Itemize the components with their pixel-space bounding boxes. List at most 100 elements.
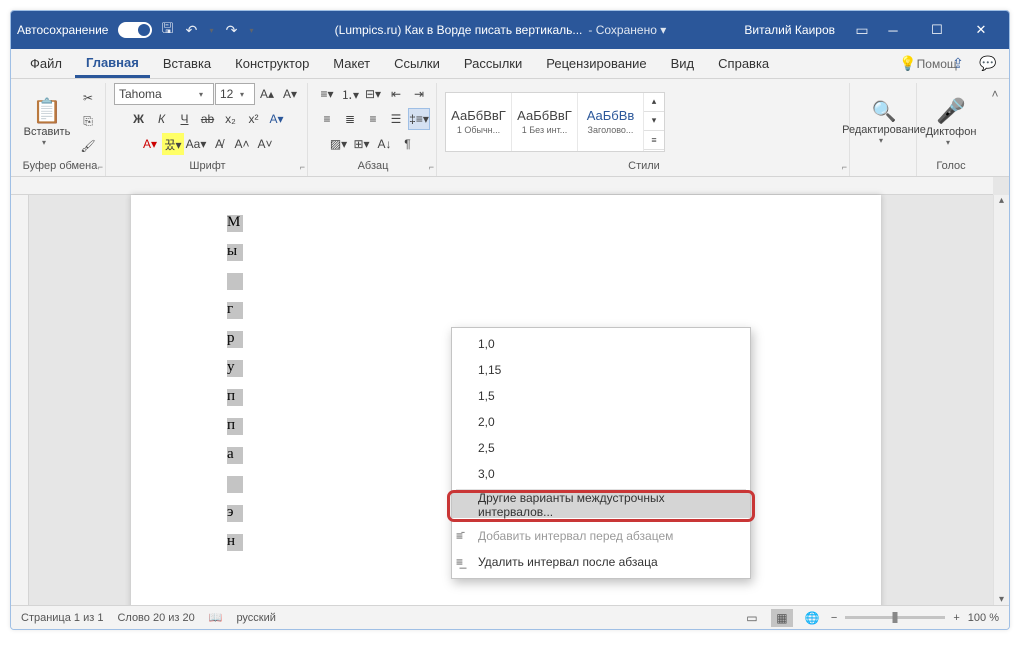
line-spacing-options[interactable]: Другие варианты междустрочных интервалов… <box>452 492 750 518</box>
print-layout-button[interactable]: ▦ <box>771 609 793 627</box>
line-spacing-1-15[interactable]: 1,15 <box>452 357 750 383</box>
font-name-select[interactable]: Tahoma▾ <box>114 83 214 105</box>
line-spacing-1-5[interactable]: 1,5 <box>452 383 750 409</box>
cut-button[interactable]: ✂ <box>77 87 99 109</box>
align-center-button[interactable]: ≣ <box>339 108 361 130</box>
vertical-scrollbar[interactable] <box>993 195 1009 605</box>
show-marks-button[interactable]: ¶ <box>397 133 419 155</box>
shrink-font2[interactable]: A˅ <box>254 133 276 155</box>
shrink-font-button[interactable]: A▾ <box>279 83 301 105</box>
bold-button[interactable]: Ж <box>128 108 150 130</box>
focus-view-button[interactable]: ▭ <box>741 609 763 627</box>
paragraph-launcher[interactable]: ⌐ <box>429 162 434 172</box>
superscript-button[interactable]: x² <box>243 108 265 130</box>
group-paragraph: ≡▾ ⒈▾ ⊟▾ ⇤ ⇥ ≡ ≣ ≡ ☰ ‡≡▾ ▨▾ ⊞▾ A↓ <box>310 83 437 176</box>
save-icon[interactable]: 🖫 <box>158 21 176 39</box>
subscript-button[interactable]: x₂ <box>220 108 242 130</box>
style-no-spacing[interactable]: АаБбВвГ1 Без инт... <box>512 93 578 151</box>
tab-design[interactable]: Конструктор <box>224 51 320 76</box>
autosave-toggle[interactable] <box>118 22 152 38</box>
change-case-button[interactable]: Aa▾ <box>185 133 207 155</box>
word-count[interactable]: Слово 20 из 20 <box>117 612 194 624</box>
styles-launcher[interactable]: ⌐ <box>842 162 847 172</box>
decrease-indent-button[interactable]: ⇤ <box>385 83 407 105</box>
remove-space-after[interactable]: ≡̲Удалить интервал после абзаца <box>452 549 750 575</box>
styles-up[interactable]: ▴ <box>644 93 664 112</box>
proofing-icon[interactable]: 📖 <box>209 611 223 624</box>
ribbon-display-icon[interactable]: ▭ <box>853 21 871 39</box>
editing-button[interactable]: 🔍 Редактирование▾ <box>858 87 910 157</box>
zoom-out-button[interactable]: − <box>831 612 837 624</box>
grow-font2[interactable]: A˄ <box>231 133 253 155</box>
line-spacing-1[interactable]: 1,0 <box>452 331 750 357</box>
paste-button[interactable]: 📋 Вставить ▾ <box>21 87 73 157</box>
styles-gallery[interactable]: АаБбВвГ1 Обычн... АаБбВвГ1 Без инт... Аа… <box>445 92 665 152</box>
tab-view[interactable]: Вид <box>660 51 706 76</box>
line-spacing-2-5[interactable]: 2,5 <box>452 435 750 461</box>
tab-references[interactable]: Ссылки <box>383 51 451 76</box>
tab-layout[interactable]: Макет <box>322 51 381 76</box>
qat-customize-icon[interactable]: ▾ <box>246 21 256 39</box>
user-name[interactable]: Виталий Каиров <box>744 23 835 37</box>
copy-button[interactable]: ⎘ <box>77 111 99 133</box>
dictate-button[interactable]: 🎤 Диктофон▾ <box>925 87 977 157</box>
maximize-button[interactable]: ☐ <box>915 11 959 49</box>
format-painter-button[interactable]: 🖌 <box>77 135 99 157</box>
share-button[interactable]: ⇪ <box>945 53 971 75</box>
saved-indicator[interactable]: - Сохранено ▾ <box>588 23 666 37</box>
strikethrough-button[interactable]: ab <box>197 108 219 130</box>
tab-insert[interactable]: Вставка <box>152 51 222 76</box>
comments-button[interactable]: 💬 <box>975 53 1001 75</box>
align-left-button[interactable]: ≡ <box>316 108 338 130</box>
horizontal-ruler[interactable] <box>11 177 993 195</box>
grow-font-button[interactable]: A▴ <box>256 83 278 105</box>
autosave-label: Автосохранение <box>17 23 108 37</box>
multilevel-button[interactable]: ⊟▾ <box>362 83 384 105</box>
clipboard-launcher[interactable]: ⌐ <box>98 162 103 172</box>
justify-button[interactable]: ☰ <box>385 108 407 130</box>
styles-more[interactable]: ≡ <box>644 131 664 150</box>
redo-icon[interactable]: ↷ <box>222 21 240 39</box>
web-layout-button[interactable]: 🌐 <box>801 609 823 627</box>
line-spacing-2[interactable]: 2,0 <box>452 409 750 435</box>
tell-me-search[interactable]: 💡 Помощ <box>915 53 941 75</box>
zoom-level[interactable]: 100 % <box>968 612 999 624</box>
close-button[interactable]: ✕ <box>959 11 1003 49</box>
tab-review[interactable]: Рецензирование <box>535 51 657 76</box>
language-indicator[interactable]: русский <box>236 612 275 624</box>
line-spacing-button[interactable]: ‡≡▾ <box>408 108 430 130</box>
styles-down[interactable]: ▾ <box>644 112 664 131</box>
borders-button[interactable]: ⊞▾ <box>351 133 373 155</box>
text-effects-button[interactable]: A▾ <box>266 108 288 130</box>
increase-indent-button[interactable]: ⇥ <box>408 83 430 105</box>
numbering-button[interactable]: ⒈▾ <box>339 83 361 105</box>
add-before-icon: ≡̄ <box>456 529 474 543</box>
font-size-select[interactable]: 12▾ <box>215 83 255 105</box>
align-right-button[interactable]: ≡ <box>362 108 384 130</box>
vertical-ruler[interactable] <box>11 177 29 605</box>
undo-icon[interactable]: ↶ <box>182 21 200 39</box>
zoom-in-button[interactable]: + <box>953 612 959 624</box>
line-spacing-3[interactable]: 3,0 <box>452 461 750 487</box>
page-count[interactable]: Страница 1 из 1 <box>21 612 103 624</box>
tab-file[interactable]: Файл <box>19 51 73 76</box>
zoom-slider[interactable] <box>845 616 945 619</box>
collapse-ribbon-icon[interactable]: ˄ <box>991 87 998 101</box>
tab-mailings[interactable]: Рассылки <box>453 51 533 76</box>
font-color-button[interactable]: A▾ <box>139 133 161 155</box>
bullets-button[interactable]: ≡▾ <box>316 83 338 105</box>
highlight-button[interactable]: 꿌▾ <box>162 133 184 155</box>
underline-button[interactable]: Ч <box>174 108 196 130</box>
add-space-before[interactable]: ≡̄Добавить интервал перед абзацем <box>452 523 750 549</box>
shading-button[interactable]: ▨▾ <box>328 133 350 155</box>
sort-button[interactable]: A↓ <box>374 133 396 155</box>
style-heading1[interactable]: АаБбВвЗаголово... <box>578 93 644 151</box>
tab-home[interactable]: Главная <box>75 50 150 78</box>
minimize-button[interactable]: ─ <box>871 11 915 49</box>
clear-format-button[interactable]: A̸ <box>208 133 230 155</box>
tab-help[interactable]: Справка <box>707 51 780 76</box>
font-launcher[interactable]: ⌐ <box>300 162 305 172</box>
italic-button[interactable]: К <box>151 108 173 130</box>
undo-dropdown-icon[interactable]: ▾ <box>206 21 216 39</box>
style-normal[interactable]: АаБбВвГ1 Обычн... <box>446 93 512 151</box>
